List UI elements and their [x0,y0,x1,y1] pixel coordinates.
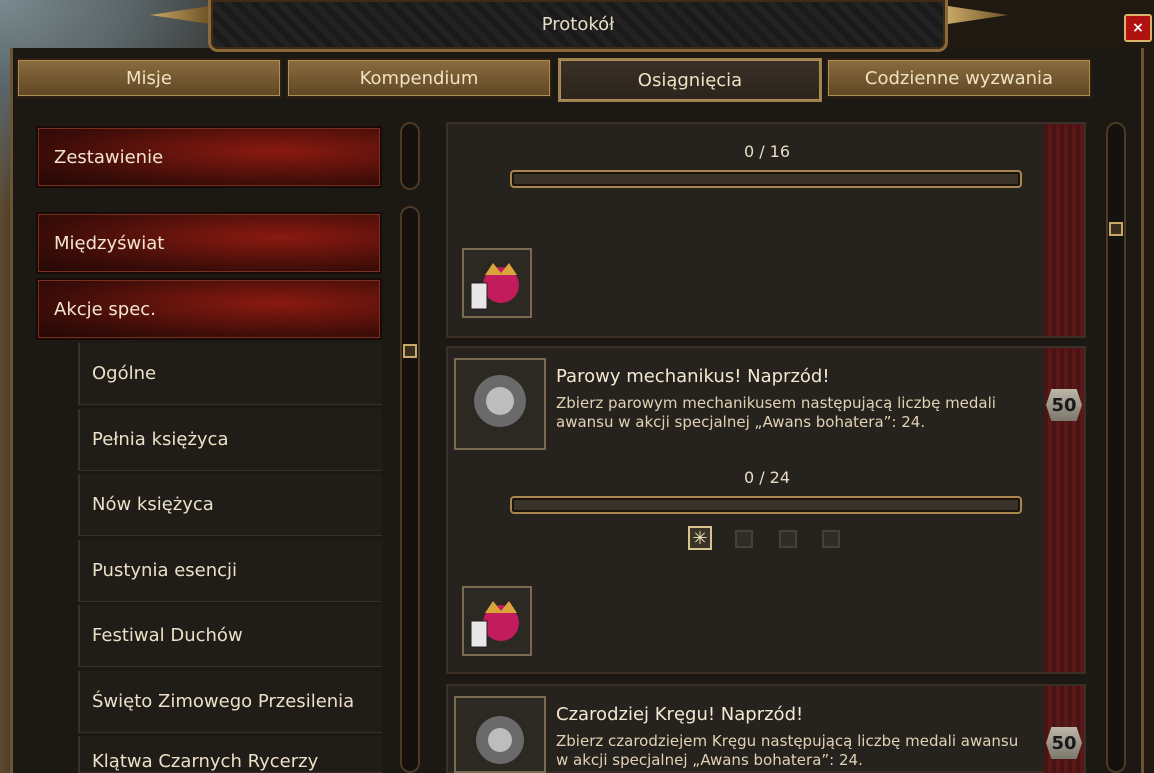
tier-marker [779,530,797,548]
tier-marker [735,530,753,548]
achievement-description: Zbierz parowym mechanikusem następującą … [556,394,996,431]
sidebar-subitem-label: Festiwal Duchów [92,625,243,646]
achievement-icon [454,358,546,450]
points-badge: 50 [1046,727,1082,759]
event-icon [462,586,532,656]
tab-kompendium[interactable]: Kompendium [286,58,552,98]
sidebar-subitem-label: Ogólne [92,363,157,384]
sidebar-subitem-label: Pustynia esencji [92,560,238,581]
tab-osiagniecia[interactable]: Osiągnięcia [558,58,822,102]
steam-mechanic-icon [474,375,526,427]
achievement-title: Czarodziej Kręgu! Naprzód! [556,704,804,725]
content-scroll-thumb[interactable] [1109,222,1123,236]
tier-marker-completed: ✳ [688,526,712,550]
tab-codzienne-wyzwania[interactable]: Codzienne wyzwania [826,58,1092,98]
sidebar-subitem-pelnia-ksiezyca[interactable]: Pełnia księżyca [78,409,382,471]
sidebar-subitem-ogolne[interactable]: Ogólne [78,343,382,405]
sidebar-item-zestawienie[interactable]: Zestawienie [36,126,382,188]
sidebar-subitem-now-ksiezyca[interactable]: Nów księżyca [78,474,382,536]
sidebar-item-label: Akcje spec. [54,298,156,320]
sidebar-scroll-thumb[interactable] [403,344,417,358]
title-bar: Protokół [208,0,948,52]
sidebar-subitem-label: Nów księżyca [92,494,214,515]
content-scrollbar[interactable] [1106,122,1126,773]
tab-label: Misje [126,67,172,89]
sidebar-subitem-swieto-zimowego-przesilenia[interactable]: Święto Zimowego Przesilenia [78,671,382,733]
sidebar-item-label: Międzyświat [54,232,165,254]
tab-label: Kompendium [359,67,479,89]
achievement-description: Zbierz czarodziejem Kręgu następującą li… [556,732,1019,769]
tier-marker [822,530,840,548]
close-button[interactable]: × [1124,14,1152,42]
crown-hourglass-icon [470,263,519,310]
tab-misje[interactable]: Misje [16,58,282,98]
sidebar-scrollbar[interactable] [400,206,420,773]
tab-label: Osiągnięcia [637,69,743,91]
sidebar-item-akcje-spec[interactable]: Akcje spec. [36,278,382,340]
card-red-strip [1044,124,1084,336]
window-title: Protokół [541,14,615,35]
summary-scrollbar[interactable] [400,122,420,190]
sidebar-item-label: Zestawienie [54,146,164,168]
sidebar-subitem-pustynia-esencji[interactable]: Pustynia esencji [78,540,382,602]
progress-bar [510,170,1022,188]
sidebar-subitem-festiwal-duchow[interactable]: Festiwal Duchów [78,605,382,667]
sidebar-item-miedzyswiat[interactable]: Międzyświat [36,212,382,274]
event-icon [462,248,532,318]
tab-label: Codzienne wyzwania [864,67,1054,89]
progress-counter: 0 / 16 [743,142,791,161]
progress-counter: 0 / 24 [743,468,791,487]
sidebar-subitem-label: Klątwa Czarnych Rycerzy [92,751,319,772]
sidebar-subitem-klatwa-czarnych-rycerzy[interactable]: Klątwa Czarnych Rycerzy [78,736,382,773]
crown-hourglass-icon [470,601,519,648]
circle-wizard-icon [476,715,524,764]
progress-bar [510,496,1022,514]
achievement-icon [454,696,546,773]
close-icon: × [1132,20,1144,36]
sidebar-subitem-label: Pełnia księżyca [92,429,229,450]
achievement-title: Parowy mechanikus! Naprzód! [556,366,830,387]
points-badge: 50 [1046,389,1082,421]
sidebar-subitem-label: Święto Zimowego Przesilenia [92,691,355,712]
